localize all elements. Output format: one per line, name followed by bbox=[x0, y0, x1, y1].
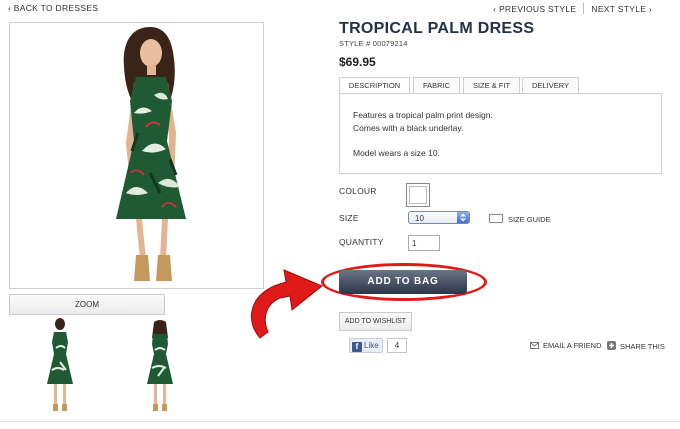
chevron-updown-icon bbox=[457, 212, 469, 223]
main-product-image[interactable] bbox=[9, 22, 264, 289]
thumbnail-front[interactable] bbox=[40, 318, 80, 414]
thumbnail-back-image bbox=[147, 320, 173, 411]
colour-label: COLOUR bbox=[339, 186, 377, 196]
description-panel: Features a tropical palm print design. C… bbox=[339, 93, 662, 174]
zoom-button[interactable]: ZOOM bbox=[9, 294, 165, 315]
ruler-icon bbox=[489, 214, 503, 223]
envelope-icon bbox=[530, 342, 539, 351]
divider bbox=[0, 421, 680, 422]
thumbnail-back[interactable] bbox=[140, 318, 180, 414]
description-line: Model wears a size 10. bbox=[353, 148, 440, 158]
description-line: Features a tropical palm print design. bbox=[353, 110, 493, 120]
add-to-wishlist-button[interactable]: ADD TO WISHLIST bbox=[339, 312, 412, 331]
description-line: Comes with a black underlay. bbox=[353, 123, 464, 133]
size-guide-label: SIZE GUIDE bbox=[508, 215, 551, 224]
back-to-dresses-link[interactable]: ‹ BACK TO DRESSES bbox=[8, 3, 98, 13]
tab-size-fit[interactable]: SIZE & FIT bbox=[463, 77, 520, 94]
plus-icon bbox=[607, 341, 616, 352]
size-label: SIZE bbox=[339, 213, 359, 223]
previous-style-link[interactable]: ‹ PREVIOUS STYLE bbox=[493, 4, 576, 14]
quantity-label: QUANTITY bbox=[339, 237, 384, 247]
like-count: 4 bbox=[387, 338, 407, 353]
product-price: $69.95 bbox=[339, 55, 376, 69]
size-selected-value: 10 bbox=[415, 214, 424, 223]
thumbnail-front-image bbox=[47, 318, 73, 411]
size-guide-link[interactable]: SIZE GUIDE bbox=[489, 214, 551, 224]
next-style-link[interactable]: NEXT STYLE › bbox=[591, 4, 652, 14]
email-a-friend-link[interactable]: EMAIL A FRIEND bbox=[530, 341, 602, 351]
divider bbox=[583, 3, 585, 14]
email-label: EMAIL A FRIEND bbox=[543, 341, 602, 350]
share-label: SHARE THIS bbox=[620, 342, 665, 351]
product-title: TROPICAL PALM DRESS bbox=[339, 20, 535, 37]
model-in-dress-image bbox=[116, 27, 186, 281]
share-this-link[interactable]: SHARE THIS bbox=[607, 341, 665, 352]
style-number: STYLE # 00079214 bbox=[339, 39, 408, 48]
tab-fabric[interactable]: FABRIC bbox=[413, 77, 460, 94]
facebook-like-button[interactable]: f Like bbox=[349, 338, 383, 353]
facebook-icon: f bbox=[352, 342, 362, 352]
add-to-bag-button[interactable]: ADD TO BAG bbox=[339, 270, 467, 294]
quantity-input[interactable]: 1 bbox=[408, 235, 440, 251]
tab-delivery[interactable]: DELIVERY bbox=[522, 77, 579, 94]
size-select[interactable]: 10 bbox=[408, 211, 470, 224]
curved-arrow-icon bbox=[251, 269, 323, 339]
like-label: Like bbox=[364, 341, 379, 350]
colour-swatch[interactable] bbox=[406, 183, 430, 207]
style-navigation: ‹ PREVIOUS STYLE NEXT STYLE › bbox=[493, 3, 652, 14]
